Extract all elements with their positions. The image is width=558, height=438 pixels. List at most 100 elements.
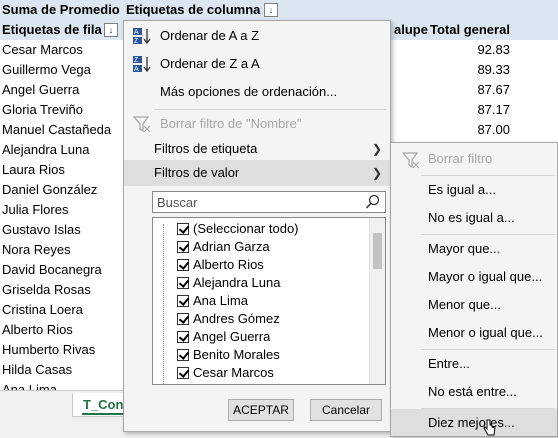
list-item-label: (Seleccionar todo) xyxy=(193,221,299,236)
filter-dropdown-menu: A Z Ordenar de A a Z Z A Ordenar de Z a … xyxy=(123,20,391,432)
less-than-item[interactable]: Menor que... xyxy=(391,291,557,319)
not-equals-label: No es igual a... xyxy=(428,210,515,225)
checkbox-checked[interactable] xyxy=(177,367,189,379)
svg-text:Z: Z xyxy=(134,57,139,64)
hand-cursor-icon xyxy=(483,419,496,436)
total-general-header: Total general xyxy=(430,22,510,37)
list-item-label: Cesar Marcos xyxy=(193,365,274,380)
list-item-label: Adrian Garza xyxy=(193,239,270,254)
column-filter-button[interactable]: ↓ xyxy=(264,3,278,17)
list-item-label: Angel Guerra xyxy=(193,329,271,344)
checkbox-checked[interactable] xyxy=(177,349,189,361)
list-item-label: Alberto Rios xyxy=(193,257,264,272)
less-than-label: Menor que... xyxy=(428,297,501,312)
list-item-label: Andres Gómez xyxy=(193,311,280,326)
pivot-row-label: Cristina Loera xyxy=(2,302,83,317)
pivot-row-total: 87.00 xyxy=(477,122,510,137)
pivot-row-label: Julia Flores xyxy=(2,202,69,217)
chevron-right-icon: ❯ xyxy=(371,166,382,180)
checkbox-checked[interactable] xyxy=(177,241,189,253)
clear-filter-item[interactable]: Borrar filtro de "Nombre" xyxy=(124,111,390,137)
not-between-label: No está entre... xyxy=(428,384,517,399)
list-item-label: Ana Lima xyxy=(193,293,248,308)
pivot-row-label: Griselda Rosas xyxy=(2,282,91,297)
row-filter-button[interactable]: ↓ xyxy=(104,23,118,37)
greater-or-equal-label: Mayor o igual que... xyxy=(428,269,543,284)
equals-label: Es igual a... xyxy=(428,182,496,197)
between-item[interactable]: Entre... xyxy=(391,350,557,378)
svg-text:Z: Z xyxy=(134,38,139,45)
search-box[interactable] xyxy=(152,191,386,213)
sort-za-icon: Z A xyxy=(133,56,151,73)
top10-label: Diez mejores... xyxy=(428,415,515,430)
list-scrollbar[interactable] xyxy=(369,218,385,384)
less-or-equal-label: Menor o igual que... xyxy=(428,325,543,340)
pivot-row-label: Alberto Rios xyxy=(2,322,73,337)
svg-text:A: A xyxy=(134,29,139,36)
pivot-row-label: Nora Reyes xyxy=(2,242,71,257)
checkbox-checked[interactable] xyxy=(177,313,189,325)
less-or-equal-item[interactable]: Menor o igual que... xyxy=(391,319,557,347)
pivot-row-label: Alejandra Luna xyxy=(2,142,90,157)
column-header-partial: alupe xyxy=(394,22,428,37)
accept-button[interactable]: ACEPTAR xyxy=(228,399,294,421)
search-input[interactable] xyxy=(153,192,361,212)
checkbox-checked[interactable] xyxy=(177,331,189,343)
clear-filter-icon xyxy=(401,152,420,169)
greater-or-equal-item[interactable]: Mayor o igual que... xyxy=(391,263,557,291)
search-icon xyxy=(365,194,380,209)
clear-filter-icon xyxy=(132,116,151,133)
cancel-button[interactable]: Cancelar xyxy=(310,399,382,421)
sort-az-item[interactable]: A Z Ordenar de A a Z xyxy=(124,23,390,49)
pivot-row-label: Hilda Casas xyxy=(2,362,73,377)
pivot-row-label: Gloria Treviño xyxy=(2,102,83,117)
sheet-tab-active-indicator xyxy=(82,413,126,415)
checkbox-checked[interactable] xyxy=(177,277,189,289)
pivot-row-label: David Bocanegra xyxy=(2,262,102,277)
row-labels-header: Etiquetas de fila xyxy=(2,22,102,37)
pivot-row-label: Cesar Marcos xyxy=(2,42,83,57)
menu-separator xyxy=(154,109,386,110)
column-labels-header: Etiquetas de columna xyxy=(126,2,261,17)
label-filters-label: Filtros de etiqueta xyxy=(154,141,258,156)
sort-za-label: Ordenar de Z a A xyxy=(160,56,260,71)
more-sort-options-item[interactable]: Más opciones de ordenación... xyxy=(124,79,390,105)
submenu-clear-filter-item[interactable]: Borrar filtro xyxy=(391,145,557,173)
list-item-label: Alejandra Luna xyxy=(193,275,281,290)
label-filters-item[interactable]: Filtros de etiqueta ❯ xyxy=(124,136,390,162)
value-filters-label: Filtros de valor xyxy=(154,165,240,180)
sort-za-item[interactable]: Z A Ordenar de Z a A xyxy=(124,51,390,77)
value-list: (Seleccionar todo) Adrian Garza Alberto Ri… xyxy=(152,217,386,385)
checkbox-checked[interactable] xyxy=(177,259,189,271)
pivot-row-label: Manuel Castañeda xyxy=(2,122,112,137)
clear-filter-label: Borrar filtro de "Nombre" xyxy=(160,116,302,131)
checkbox-checked[interactable] xyxy=(177,223,189,235)
scrollbar-thumb[interactable] xyxy=(373,233,382,269)
pivot-row-total: 92.83 xyxy=(477,42,510,57)
pivot-row-total: 87.67 xyxy=(477,82,510,97)
pivot-row-label: Gustavo Islas xyxy=(2,222,81,237)
more-sort-options-label: Más opciones de ordenación... xyxy=(160,84,338,99)
pivot-row-label: Laura Rios xyxy=(2,162,65,177)
not-between-item[interactable]: No está entre... xyxy=(391,378,557,406)
chevron-right-icon: ❯ xyxy=(371,142,382,156)
greater-than-item[interactable]: Mayor que... xyxy=(391,235,557,263)
submenu-clear-filter-label: Borrar filtro xyxy=(428,151,493,166)
equals-item[interactable]: Es igual a... xyxy=(391,176,557,204)
pivot-row-label: Daniel González xyxy=(2,182,98,197)
sort-az-label: Ordenar de A a Z xyxy=(160,28,260,43)
pivot-row-label: Humberto Rivas xyxy=(2,342,96,357)
checkbox-checked[interactable] xyxy=(177,295,189,307)
pivot-row-label: Guillermo Vega xyxy=(2,62,91,77)
not-equals-item[interactable]: No es igual a... xyxy=(391,204,557,232)
list-item-label: Benito Morales xyxy=(193,347,280,362)
value-filters-item[interactable]: Filtros de valor ❯ xyxy=(124,160,390,186)
pivot-row-total: 87.17 xyxy=(477,102,510,117)
greater-than-label: Mayor que... xyxy=(428,241,501,256)
sort-az-icon: A Z xyxy=(133,28,151,45)
top10-item[interactable]: Diez mejores... xyxy=(391,409,557,436)
pivot-row-total: 89.33 xyxy=(477,62,510,77)
pivot-title: Suma de Promedio xyxy=(2,2,120,17)
tree-guide-line xyxy=(163,224,165,384)
pivot-row-label: Angel Guerra xyxy=(2,82,80,97)
